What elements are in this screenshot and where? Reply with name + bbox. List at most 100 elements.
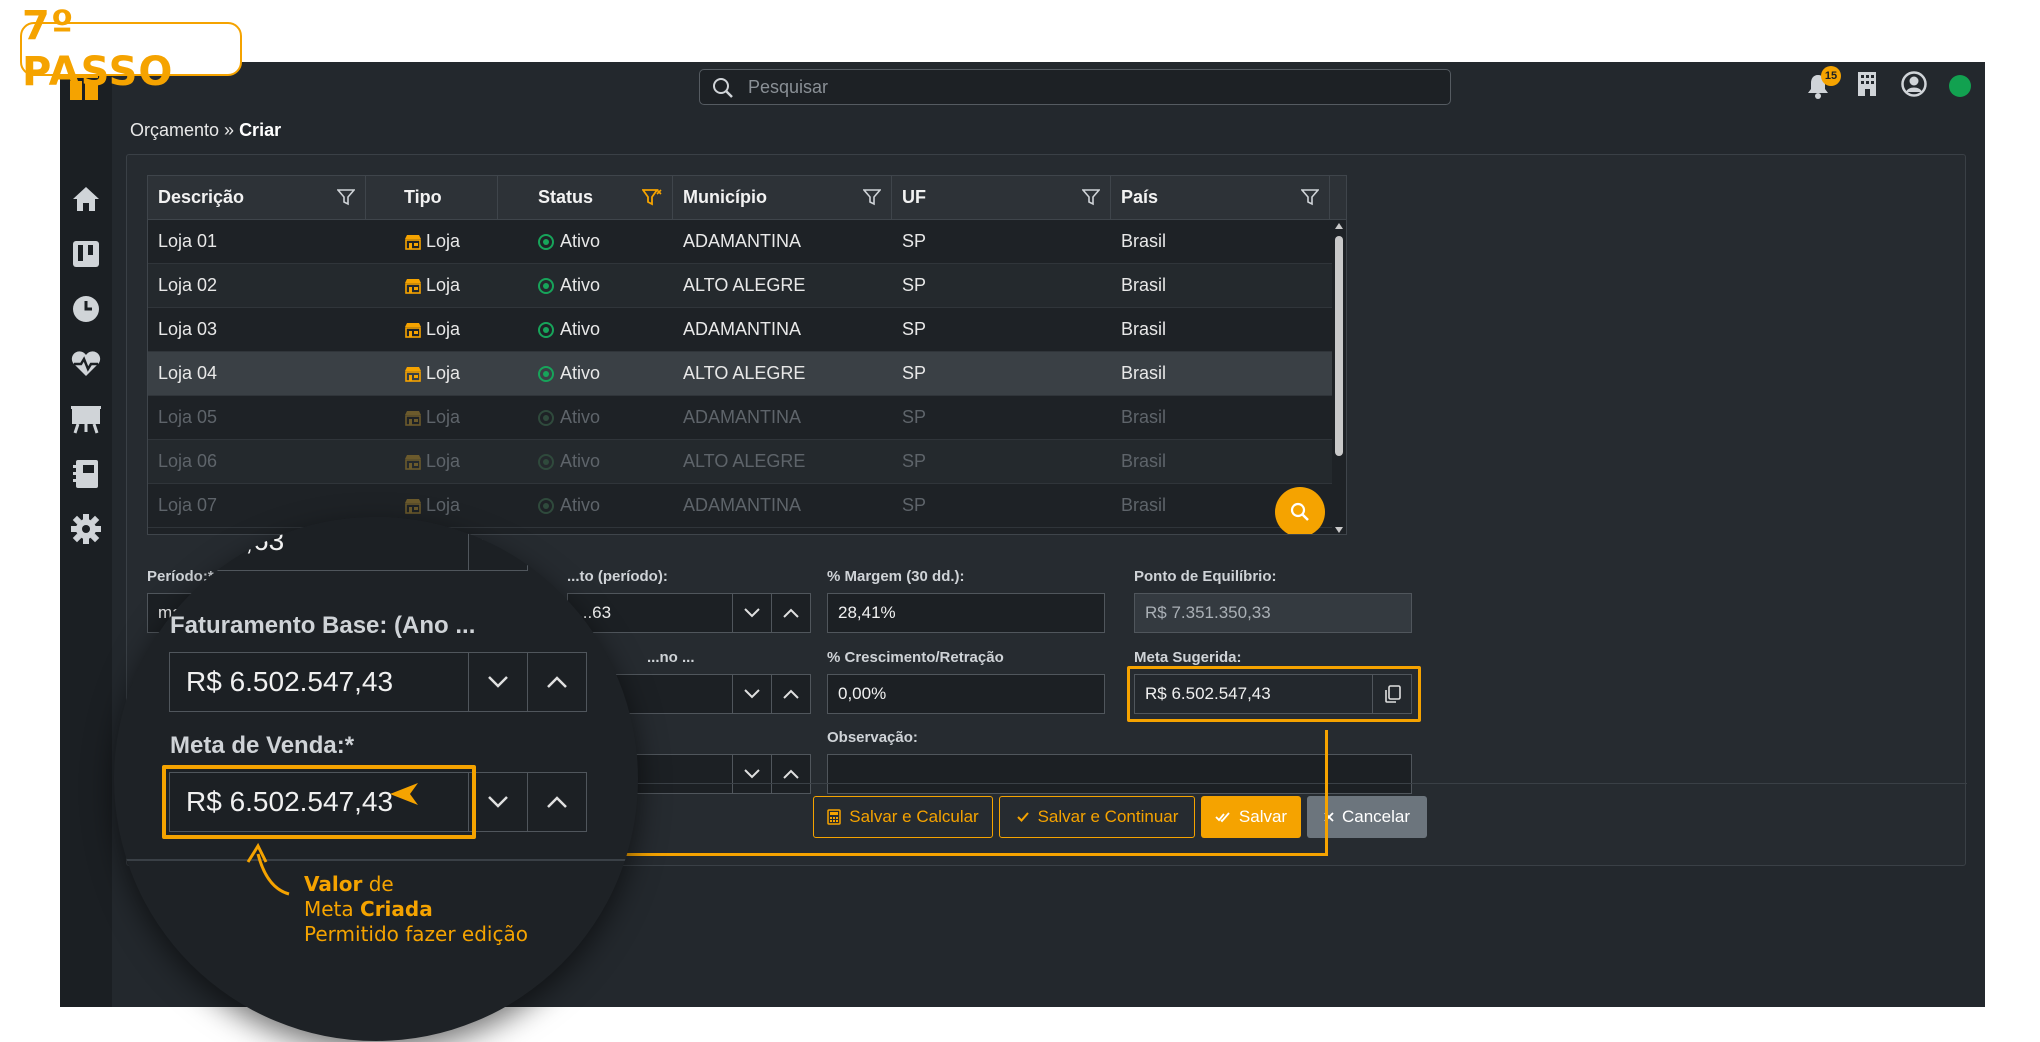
decrement-button[interactable] [732, 593, 772, 633]
magnified-decrement-button [468, 772, 528, 832]
table-cell-pais: Brasil [1111, 264, 1330, 307]
table-cell-status: Ativo [498, 308, 673, 351]
status-active-icon [538, 365, 554, 382]
cell-text: Loja [426, 231, 461, 251]
table-cell-tipo: Loja [366, 264, 498, 307]
chevron-down-icon [488, 796, 508, 808]
margem-field[interactable]: 28,41% [827, 593, 1105, 633]
cell-text: Loja [426, 495, 461, 515]
filter-icon[interactable] [863, 188, 881, 206]
column-title: UF [902, 187, 926, 207]
cell-text: ALTO ALEGRE [683, 451, 806, 471]
building-icon[interactable] [1855, 71, 1879, 102]
table-cell-descricao: Loja 02 [148, 264, 366, 307]
cell-text: Loja [426, 275, 461, 295]
salvar-continuar-button[interactable]: Salvar e Continuar [999, 796, 1195, 838]
observacao-label: Observação: [827, 729, 918, 746]
gear-icon[interactable] [69, 512, 103, 546]
table-cell-uf: SP [892, 484, 1111, 527]
crescimento-label: % Crescimento/Retração [827, 649, 1004, 666]
table-row[interactable]: Loja 03 Loja Ativo ADAMANTINA SP Brasil [148, 308, 1346, 352]
column-header-pais[interactable]: País [1111, 176, 1330, 219]
presentation-board-icon[interactable] [69, 402, 103, 436]
cell-text: Brasil [1121, 275, 1167, 295]
column-header-tipo[interactable]: Tipo [366, 176, 498, 219]
search-fab-button[interactable] [1275, 487, 1325, 534]
cell-text: Brasil [1121, 231, 1167, 251]
margem-label: % Margem (30 dd.): [827, 568, 965, 585]
filter-icon[interactable] [1082, 188, 1100, 206]
kanban-board-icon[interactable] [69, 237, 103, 271]
cell-text: Loja 06 [158, 451, 218, 471]
notebook-icon[interactable] [69, 457, 103, 491]
table-cell-uf: SP [892, 308, 1111, 351]
table-cell-uf: SP [892, 220, 1111, 263]
increment-button[interactable] [771, 674, 811, 714]
online-status-indicator [1949, 75, 1971, 97]
filter-active-icon[interactable] [642, 188, 662, 206]
cell-text: Loja 02 [158, 275, 218, 295]
crescimento-field[interactable]: 0,00% [827, 674, 1105, 714]
table-row[interactable]: Loja 01 Loja Ativo ADAMANTINA SP Brasil [148, 220, 1346, 264]
scrollbar-thumb[interactable] [1335, 236, 1343, 456]
magnified-increment-button [527, 652, 587, 712]
search-icon [713, 78, 733, 98]
breadcrumb-parent[interactable]: Orçamento [130, 120, 219, 140]
column-header-uf[interactable]: UF [892, 176, 1111, 219]
user-avatar-icon[interactable] [1901, 70, 1927, 102]
cell-text: ADAMANTINA [683, 231, 802, 251]
decrement-button[interactable] [732, 674, 772, 714]
table-row[interactable]: Loja 05 Loja Ativo ADAMANTINA SP Brasil [148, 396, 1346, 440]
home-icon[interactable] [69, 182, 103, 216]
column-title: País [1121, 187, 1159, 207]
grid-scrollbar[interactable] [1332, 220, 1346, 534]
status-active-icon [538, 409, 554, 426]
double-check-icon [1215, 812, 1230, 823]
store-icon [405, 278, 421, 294]
table-row[interactable]: Loja 06 Loja Ativo ALTO ALEGRE SP Brasil [148, 440, 1346, 484]
calculator-icon [827, 809, 842, 825]
cell-text: SP [902, 407, 927, 427]
cell-text: Loja [426, 319, 461, 339]
cell-text: Loja 04 [158, 363, 218, 383]
table-row[interactable]: Loja 04 Loja Ativo ALTO ALEGRE SP Brasil [148, 352, 1346, 396]
table-cell-municipio: ADAMANTINA [673, 220, 892, 263]
connector-vertical-line [1325, 730, 1328, 855]
table-cell-tipo: Loja [366, 352, 498, 395]
decrement-button[interactable] [732, 754, 772, 794]
magnified-decrement-button [468, 517, 528, 571]
table-cell-pais: Brasil [1111, 440, 1330, 483]
table-cell-descricao: Loja 03 [148, 308, 366, 351]
table-row[interactable]: Loja 02 Loja Ativo ALTO ALEGRE SP Brasil [148, 264, 1346, 308]
status-active-icon [538, 453, 554, 470]
column-title: Tipo [404, 187, 442, 207]
topbar: Pesquisar 15 [112, 62, 1985, 112]
filter-icon[interactable] [1301, 188, 1319, 206]
cell-text: Loja [426, 451, 461, 471]
salvar-calcular-button[interactable]: Salvar e Calcular [813, 796, 993, 838]
cell-text: ADAMANTINA [683, 319, 802, 339]
cell-text: Loja 05 [158, 407, 218, 427]
heart-pulse-icon[interactable] [69, 347, 103, 381]
chevron-up-icon [783, 769, 799, 779]
table-cell-tipo: Loja [366, 440, 498, 483]
column-header-municipio[interactable]: Município [673, 176, 892, 219]
column-header-status[interactable]: Status [498, 176, 673, 219]
chevron-down-icon [488, 676, 508, 688]
curved-arrow-icon [246, 842, 290, 896]
increment-button[interactable] [771, 754, 811, 794]
clock-icon[interactable] [69, 292, 103, 326]
notifications-button[interactable]: 15 [1803, 66, 1841, 104]
column-header-descricao[interactable]: Descrição [148, 176, 366, 219]
salvar-button[interactable]: Salvar [1201, 796, 1301, 838]
cell-text: Ativo [560, 495, 601, 515]
store-icon [405, 454, 421, 470]
table-cell-municipio: ADAMANTINA [673, 484, 892, 527]
cell-text: Loja [426, 407, 461, 427]
magnifier-callout: 088.518,63 Faturamento Base: (Ano ... R$… [114, 517, 638, 1041]
table-cell-descricao: Loja 04 [148, 352, 366, 395]
increment-button[interactable] [771, 593, 811, 633]
search-input[interactable]: Pesquisar [699, 69, 1451, 105]
filter-icon[interactable] [337, 188, 355, 206]
magnified-custo-value: 088.518,63 [144, 525, 285, 556]
